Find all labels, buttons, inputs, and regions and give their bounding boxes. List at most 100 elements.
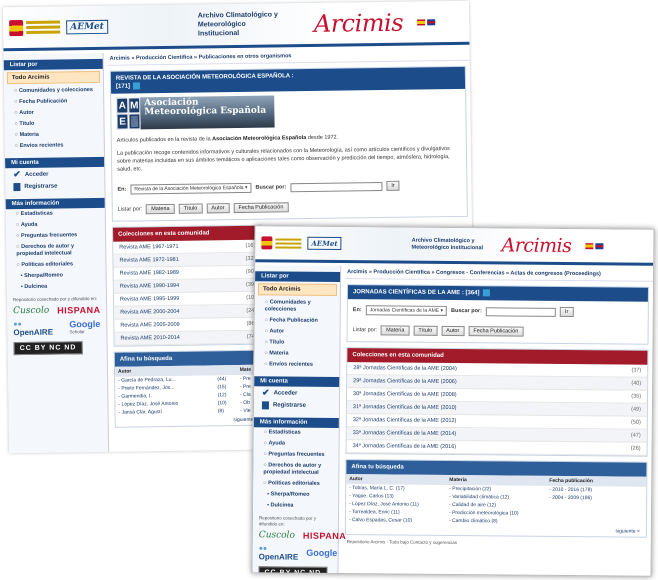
browse-by: Listar por: Materia Título Autor Fecha P… — [113, 196, 467, 221]
breadcrumb[interactable]: Arcimis » Producción Científica » Congre… — [345, 266, 654, 282]
browse-date-button[interactable]: Fecha Publicación — [468, 326, 524, 337]
table-row[interactable]: - Cambio climático (8) — [446, 517, 546, 526]
sidebar-item-rights[interactable]: Derechos de autor y propiedad intelectua… — [253, 460, 338, 479]
sidebar: Listar por Todo Arcimis Comunidades y co… — [3, 52, 110, 454]
sidebar-item-date[interactable]: Fecha Publicación — [255, 315, 340, 327]
browse-title-button[interactable]: Título — [178, 203, 203, 214]
journal-panel: JORNADAS CIENTÍFICAS DE LA AME : [364] E… — [346, 284, 650, 345]
refine-subject-column: Materia - Precipitación (22) - Variabili… — [446, 475, 547, 526]
archive-title: Archivo Climatológico y Meteorológico In… — [411, 237, 484, 251]
language-switch — [416, 18, 436, 25]
sidebar-item-title[interactable]: Título — [254, 337, 339, 349]
site-header: AEMet Archivo Climatológico y Meteorológ… — [255, 226, 654, 266]
hispana-logo[interactable]: HISPANA — [303, 531, 346, 541]
register-link[interactable]: Registrarse — [5, 180, 104, 193]
screenshot-jornadas-ame: AEMet Archivo Climatológico y Meteorológ… — [251, 225, 655, 577]
collection-row[interactable]: Revista AME 2010-2014 (74) — [114, 330, 263, 346]
english-flag-icon[interactable] — [595, 242, 604, 249]
table-row[interactable]: - Calvo Espadas, Cesar (10) — [346, 516, 446, 525]
gov-logo[interactable] — [261, 236, 302, 250]
journal-intro: Artículos publicados en la revista de la… — [116, 134, 339, 144]
sidebar-item-policies[interactable]: Políticas editoriales — [253, 478, 338, 490]
sidebar-item-subject[interactable]: Materia — [254, 348, 339, 360]
register-icon — [261, 401, 269, 410]
page-title: REVISTA DE LA ASOCIACIÓN METEOROLÓGICA E… — [110, 66, 466, 94]
gov-crest-icon — [261, 236, 273, 250]
refine-table: Autor Mate - García de Pedraza, Lu... (44)… — [114, 364, 264, 417]
journal-logo: A M E ▒ Asociación Meteorológica Español… — [116, 95, 275, 130]
browse-author-button[interactable]: Autor — [206, 203, 230, 214]
refine-panel: Afina tu búsqueda Autor - Tobías, María … — [344, 459, 648, 538]
sidebar-item-all[interactable]: Todo Arcimis — [257, 283, 338, 296]
rss-icon[interactable] — [482, 289, 490, 297]
sidebar-item-recent[interactable]: Envíos recientes — [5, 140, 104, 152]
partner-logos: Repositorio cosechado por y difundido en… — [252, 511, 346, 577]
main-content: Arcimis » Producción Científica » Congre… — [342, 266, 654, 576]
breadcrumb[interactable]: Arcimis » Producción Científica » Public… — [107, 47, 470, 66]
sidebar-item-dulcinea[interactable]: Dulcinea — [253, 500, 338, 512]
next-link[interactable]: siguiente > — [116, 415, 264, 427]
archive-title: Archivo Climatológico y Meteorológico In… — [197, 11, 278, 38]
sidebar-item-communities[interactable]: Comunidades y colecciones — [255, 297, 340, 316]
login-link[interactable]: ✔ Acceder — [254, 386, 339, 400]
sidebar-item-all[interactable]: Todo Arcimis — [6, 70, 100, 85]
browse-subject-button[interactable]: Materia — [381, 325, 410, 336]
cuscolo-logo[interactable]: Cuscolo — [13, 306, 49, 317]
search-input[interactable] — [290, 181, 383, 192]
sidebar-item-author[interactable]: Autor — [255, 326, 340, 338]
sidebar-item-help[interactable]: Ayuda — [254, 438, 339, 450]
sidebar-item-rights[interactable]: Derechos de autor y propiedad intelectua… — [6, 241, 105, 260]
google-scholar-logo[interactable]: Google Scholar — [69, 319, 100, 334]
creative-commons-badge[interactable]: CC BY NC ND — [13, 341, 83, 356]
sidebar-item-recent[interactable]: Envíos recientes — [254, 359, 339, 371]
footer: Repositorio Arcimis · Todo bajo Contacto… — [346, 539, 458, 546]
search-go-button[interactable]: Ir — [386, 180, 400, 192]
gov-crest-icon — [9, 19, 24, 36]
refine-date-column: Fecha publicación - 2010 - 2016 (178) - … — [546, 475, 647, 527]
refine-columns: Autor - Tobías, María L. C. (17) - Yagüe… — [346, 474, 647, 527]
search-bar: En: Jornadas Científicas de la AME ▾ Bus… — [348, 299, 648, 324]
arcimis-logo[interactable]: Arcimis — [501, 234, 571, 257]
spanish-flag-icon[interactable] — [585, 242, 594, 249]
browse-by: Listar por: Materia Título Autor Fecha P… — [348, 321, 648, 344]
language-switch — [585, 242, 604, 249]
hispana-logo[interactable]: HISPANA — [57, 305, 100, 316]
search-scope-select[interactable]: Jornadas Científicas de la AME ▾ — [365, 305, 448, 317]
sidebar-item-sherpa[interactable]: Sherpa/Romeo — [253, 489, 338, 501]
partner-logos: Repositorio cosechado por y difundido en… — [7, 292, 107, 359]
register-link[interactable]: Registrarse — [254, 399, 339, 412]
openaire-logo[interactable]: OpenAIRE — [13, 318, 61, 338]
english-flag-icon[interactable] — [426, 18, 436, 25]
aemet-logo[interactable]: AEMet — [66, 19, 108, 34]
browse-title-button[interactable]: Título — [413, 325, 438, 336]
check-icon: ✔ — [13, 169, 21, 180]
browse-date-button[interactable]: Fecha Publicación — [233, 202, 289, 214]
google-logo[interactable]: Google — [306, 547, 337, 557]
arcimis-logo[interactable]: Arcimis — [314, 8, 404, 37]
sidebar-head-list: Listar por — [3, 58, 103, 71]
search-go-button[interactable]: Ir — [559, 307, 574, 318]
rss-icon[interactable] — [132, 82, 141, 90]
table-row[interactable]: - 2004 - 2009 (186) — [546, 494, 646, 503]
partners-note: Repositorio cosechado por y difundido en… — [258, 515, 317, 527]
sidebar-item-stats[interactable]: Estadísticas — [254, 427, 339, 439]
check-icon: ✔ — [262, 387, 270, 398]
sidebar: Listar por Todo Arcimis Comunidades y co… — [252, 265, 346, 577]
sidebar-item-faq[interactable]: Preguntas frecuentes — [253, 449, 338, 461]
register-icon — [13, 183, 21, 192]
journal-description: Artículos publicados en la revista de la… — [112, 127, 467, 179]
partners-note: Repositorio cosechado por y difundido en… — [12, 295, 98, 303]
browse-author-button[interactable]: Autor — [441, 325, 465, 337]
openaire-logo[interactable]: OpenAIRE — [259, 543, 299, 561]
search-scope-select[interactable]: Revista de la Asociación Meteorológica E… — [130, 182, 252, 195]
spanish-flag-icon[interactable] — [416, 18, 426, 25]
collections-panel: Colecciones en esta comunidad Revista AM… — [111, 224, 264, 347]
browse-subject-button[interactable]: Materia — [146, 203, 175, 215]
aemet-logo[interactable]: AEMet — [307, 236, 342, 251]
search-input[interactable] — [485, 306, 556, 317]
creative-commons-badge[interactable]: CC BY NC ND — [258, 566, 328, 577]
sidebar-head-list: Listar por — [255, 271, 341, 283]
cuscolo-logo[interactable]: Cuscolo — [259, 530, 295, 540]
gov-logo[interactable] — [9, 19, 61, 36]
collection-row[interactable]: 34ª Jornadas Científicas de la AME (2016… — [346, 440, 647, 456]
